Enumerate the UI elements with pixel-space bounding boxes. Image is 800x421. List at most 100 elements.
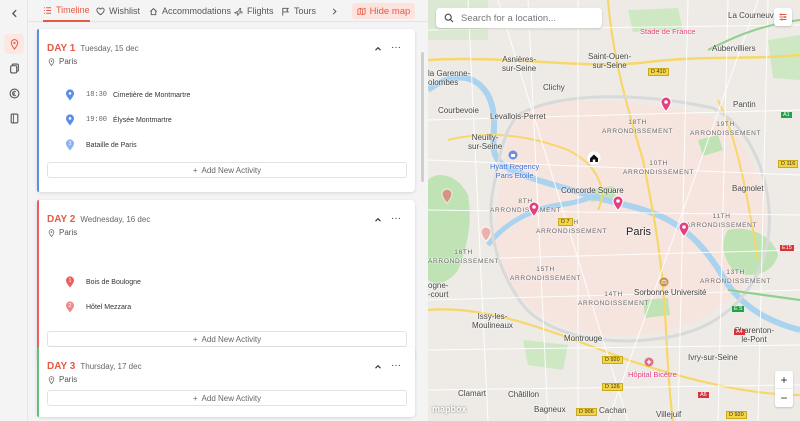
add-activity-button[interactable]: + Add New Activity: [47, 162, 407, 178]
tab-timeline-label: Timeline: [56, 5, 90, 15]
map-marker[interactable]: [612, 195, 624, 211]
day-2-city-label: Paris: [59, 228, 78, 237]
map-label: olombes: [428, 78, 459, 87]
zoom-control: + −: [775, 371, 793, 407]
road-shield: E 5: [732, 306, 745, 312]
activity-name: Bois de Boulogne: [86, 278, 141, 286]
home-marker-icon[interactable]: [587, 151, 601, 165]
back-chevron-icon[interactable]: [4, 3, 24, 23]
plus-icon: +: [192, 334, 198, 344]
map-marker[interactable]: [660, 96, 672, 112]
activity-time: 18:30: [86, 91, 108, 99]
day-1-date: Tuesday, 15 dec: [80, 44, 139, 53]
tab-accommodations[interactable]: Accommodations: [149, 0, 231, 22]
day-1-city-label: Paris: [59, 57, 78, 66]
left-rail: [0, 0, 28, 421]
collapse-chevron-icon[interactable]: [373, 44, 383, 54]
map-city-label: Paris: [626, 226, 652, 238]
hide-map-button[interactable]: Hide map: [352, 3, 415, 19]
list-scrollbar[interactable]: [421, 52, 424, 182]
map-label: Ivry-sur-Seine: [688, 353, 738, 362]
day-3-date: Thursday, 17 dec: [80, 362, 142, 371]
activity-item[interactable]: 2 Hôtel Mezzara: [65, 300, 131, 314]
map-search-box[interactable]: [436, 8, 602, 28]
map-arrondissement-label: 11TH ARRONDISSEMENT: [686, 213, 758, 229]
road-shield: A1: [781, 112, 792, 118]
top-nav: Timeline Wishlist Accommodations Flights…: [28, 0, 428, 22]
road-shield: D 7: [558, 218, 573, 226]
map-label: Levallois-Perret: [490, 112, 546, 121]
map-label: Neuilly- sur-Seine: [468, 133, 503, 151]
more-options-icon[interactable]: ···: [391, 361, 403, 372]
collapse-chevron-icon[interactable]: [373, 362, 383, 372]
road-shield: A6: [698, 392, 709, 398]
add-activity-button[interactable]: + Add New Activity: [47, 331, 407, 347]
flag-icon: [282, 7, 290, 16]
activity-pin-icon: 2: [66, 301, 74, 313]
tab-tours[interactable]: Tours: [281, 0, 316, 22]
zoom-in-button[interactable]: +: [775, 371, 793, 389]
day-3-header: DAY 3 Thursday, 17 dec: [47, 361, 142, 372]
day-card-3: DAY 3 Thursday, 17 dec Paris ··· + Add N…: [37, 347, 415, 417]
map-filter-button[interactable]: [774, 8, 792, 26]
tabs-scroll-right[interactable]: [330, 0, 339, 22]
activity-item[interactable]: 1 Bois de Boulogne: [65, 275, 141, 289]
road-shield: D 116: [778, 160, 799, 168]
mapbox-logo[interactable]: mapbox: [432, 404, 467, 414]
tab-timeline[interactable]: Timeline: [43, 0, 90, 22]
day-2-color-bar: [37, 200, 39, 361]
tab-tours-label: Tours: [294, 6, 317, 16]
plus-icon: +: [192, 393, 198, 403]
map-label: Montrouge: [564, 334, 603, 343]
day-1-city: Paris: [48, 57, 77, 66]
hotel-marker-icon: [508, 150, 518, 160]
more-options-icon[interactable]: ···: [391, 214, 403, 225]
map-marker[interactable]: [441, 188, 453, 204]
activity-name: Hôtel Mezzara: [86, 303, 132, 311]
search-icon: [444, 13, 454, 23]
itinerary-list: DAY 1 Tuesday, 15 dec Paris ··· 18:30 Ci…: [28, 22, 428, 421]
map-label: Bagnolet: [732, 184, 764, 193]
map-icon: [357, 7, 366, 15]
collapse-chevron-icon[interactable]: [373, 215, 383, 225]
map-label: Sorbonne Université: [634, 288, 707, 297]
map-marker[interactable]: [678, 221, 690, 237]
plus-icon: +: [192, 165, 198, 175]
notes-icon[interactable]: [4, 108, 24, 128]
activity-name: Cimetière de Montmartre: [113, 91, 191, 99]
activity-pin-icon: [66, 114, 74, 126]
heart-icon: [96, 7, 105, 15]
map-arrondissement-label: 18TH ARRONDISSEMENT: [602, 119, 674, 135]
add-activity-label: Add New Activity: [201, 165, 262, 175]
location-pin-icon: [48, 57, 55, 66]
map-pin-nav-icon[interactable]: [4, 34, 24, 54]
activity-item[interactable]: 18:30 Cimetière de Montmartre: [65, 88, 190, 102]
activity-name: Élysée Montmartre: [113, 116, 172, 124]
zoom-out-button[interactable]: −: [775, 389, 793, 407]
add-activity-button[interactable]: + Add New Activity: [47, 390, 407, 406]
map-label: Aubervilliers: [712, 44, 756, 53]
map-poi-label: Stade de France: [640, 27, 696, 36]
map-marker[interactable]: [528, 201, 540, 217]
map-arrondissement-label: 16TH ARRONDISSEMENT: [428, 249, 500, 265]
map-marker[interactable]: [480, 226, 492, 242]
tab-flights[interactable]: Flights: [234, 0, 274, 22]
activity-pin-icon: 1: [66, 276, 74, 288]
budget-icon[interactable]: [4, 83, 24, 103]
map-poi-label: Hyatt Regency Paris Etoile: [490, 162, 540, 180]
plane-icon: [234, 7, 243, 15]
add-activity-label: Add New Activity: [201, 334, 262, 344]
map-arrondissement-label: 8TH ARRONDISSEMENT: [490, 198, 562, 214]
road-shield: D 920: [602, 356, 623, 364]
map-search-input[interactable]: [461, 12, 601, 24]
home-icon: [150, 7, 157, 15]
location-pin-icon: [48, 228, 55, 237]
map-label: Asnières- sur-Seine: [502, 55, 537, 73]
activity-item[interactable]: 3 Bataille de Paris: [65, 138, 137, 152]
more-options-icon[interactable]: ···: [391, 43, 403, 54]
activity-item[interactable]: 19:00 Élysée Montmartre: [65, 113, 172, 127]
documents-icon[interactable]: [4, 58, 24, 78]
map-label: Saint-Ouen- sur-Seine: [588, 52, 632, 70]
map-view[interactable]: La Courneuve Stade de France Aubervillie…: [428, 0, 800, 421]
tab-wishlist[interactable]: Wishlist: [96, 0, 140, 22]
